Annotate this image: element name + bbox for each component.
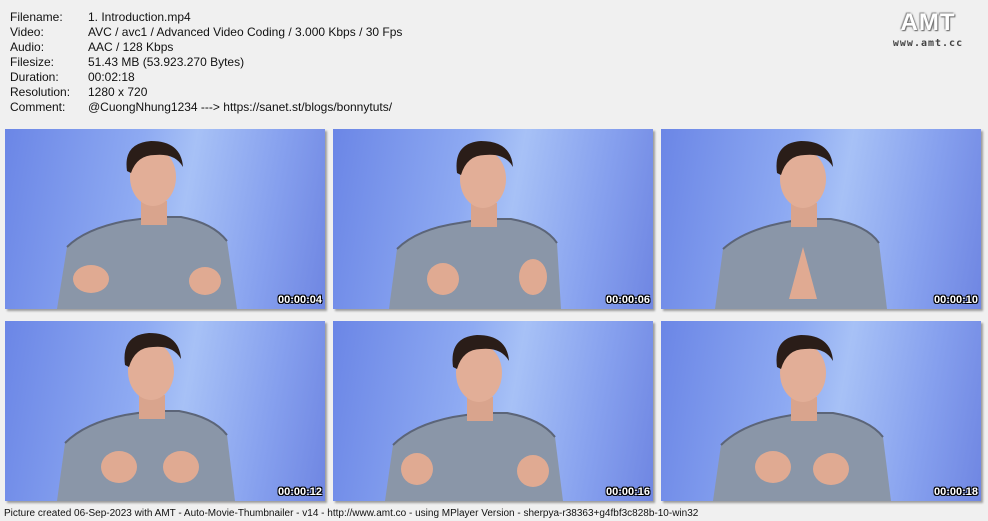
info-row-audio: Audio: AAC / 128 Kbps: [10, 40, 402, 55]
video-thumbnail: 00:00:18: [661, 321, 981, 501]
presenter-figure: [715, 141, 887, 309]
amt-logo: AMT www.amt.cc: [882, 9, 974, 50]
info-row-filesize: Filesize: 51.43 MB (53.923.270 Bytes): [10, 55, 402, 70]
info-key: Duration:: [10, 70, 59, 84]
presenter-figure: [385, 335, 563, 501]
info-key: Filename:: [10, 10, 63, 24]
info-value: AAC / 128 Kbps: [88, 40, 174, 54]
info-row-filename: Filename: 1. Introduction.mp4: [10, 10, 402, 25]
thumbnail-timestamp: 00:00:18: [933, 486, 978, 498]
video-thumbnail: 00:00:16: [333, 321, 653, 501]
video-thumbnail: 00:00:10: [661, 129, 981, 309]
thumbnail-timestamp: 00:00:16: [605, 486, 650, 498]
logo-text: AMT: [900, 9, 956, 36]
info-key: Filesize:: [10, 55, 55, 69]
thumbnail-timestamp: 00:00:10: [933, 294, 978, 306]
info-key: Resolution:: [10, 85, 71, 99]
info-value: 1. Introduction.mp4: [88, 10, 191, 24]
info-value: 51.43 MB (53.923.270 Bytes): [88, 55, 245, 69]
presenter-figure: [57, 141, 237, 309]
info-key: Video:: [10, 25, 44, 39]
logo-url: www.amt.cc: [892, 38, 964, 49]
video-thumbnail: 00:00:04: [5, 129, 325, 309]
presenter-figure: [57, 333, 235, 501]
media-info: Filename: 1. Introduction.mp4 Video: AVC…: [10, 10, 402, 115]
info-key: Audio:: [10, 40, 45, 54]
thumbnail-timestamp: 00:00:04: [277, 294, 322, 306]
thumbnail-timestamp: 00:00:06: [605, 294, 650, 306]
info-value: @CuongNhung1234 ---> https://sanet.st/bl…: [88, 100, 393, 114]
footer-credit: Picture created 06-Sep-2023 with AMT - A…: [4, 508, 699, 519]
info-row-video: Video: AVC / avc1 / Advanced Video Codin…: [10, 25, 402, 40]
thumbnail-timestamp: 00:00:12: [277, 486, 322, 498]
info-value: 00:02:18: [88, 70, 135, 84]
video-thumbnail: 00:00:12: [5, 321, 325, 501]
info-row-resolution: Resolution: 1280 x 720: [10, 85, 402, 100]
info-row-duration: Duration: 00:02:18: [10, 70, 402, 85]
info-value: AVC / avc1 / Advanced Video Coding / 3.0…: [88, 25, 403, 39]
presenter-figure: [713, 335, 891, 501]
info-value: 1280 x 720: [88, 85, 148, 99]
presenter-figure: [389, 141, 561, 309]
info-key: Comment:: [10, 100, 66, 114]
thumbnail-sheet: Filename: 1. Introduction.mp4 Video: AVC…: [0, 0, 988, 521]
info-row-comment: Comment: @CuongNhung1234 ---> https://sa…: [10, 100, 402, 115]
video-thumbnail: 00:00:06: [333, 129, 653, 309]
